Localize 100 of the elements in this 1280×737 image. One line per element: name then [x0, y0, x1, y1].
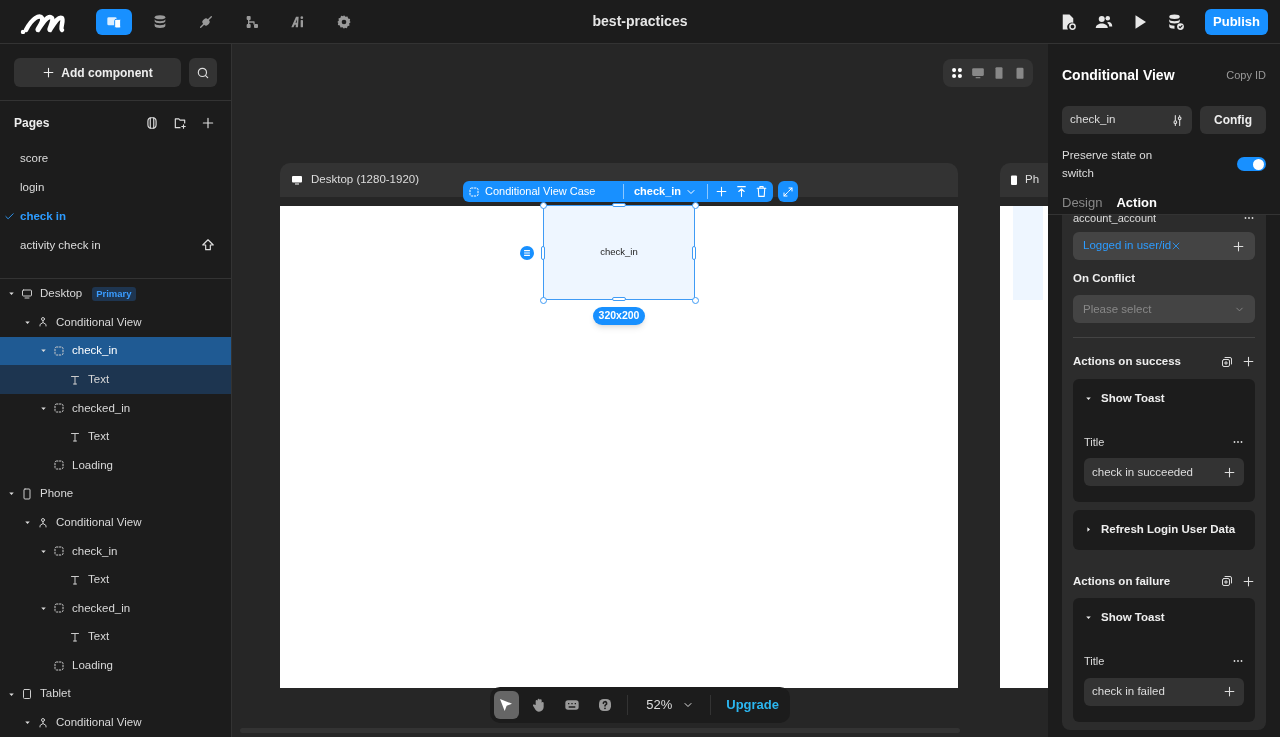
layer-item[interactable]: Text	[0, 565, 231, 595]
layer-item[interactable]: Loading	[0, 451, 231, 480]
hierarchy-icon	[37, 316, 49, 329]
dashed-box-icon	[53, 659, 65, 672]
tool-button[interactable]	[494, 691, 519, 719]
hierarchy-icon	[37, 716, 49, 729]
resize-handle[interactable]	[541, 246, 545, 260]
plus-icon	[42, 66, 56, 79]
dashed-box-icon	[53, 545, 65, 558]
zoom-dropdown[interactable]: 52%	[638, 695, 703, 715]
resize-handle[interactable]	[540, 297, 547, 304]
dashed-box-icon	[53, 402, 65, 415]
add-component-button[interactable]: Add component	[14, 58, 181, 87]
field-label: On Conflict	[1073, 271, 1136, 286]
database-icon	[152, 13, 168, 30]
close-icon[interactable]	[1171, 241, 1182, 251]
layer-item[interactable]: Loading	[0, 651, 231, 680]
resize-handle[interactable]	[692, 297, 699, 304]
layer-item[interactable]: Tablet	[0, 679, 231, 709]
plus-icon[interactable]	[201, 115, 215, 130]
parameter-label: account_account	[1073, 215, 1157, 224]
field-label: Title	[1084, 434, 1105, 450]
inspector-tab[interactable]: Design	[1062, 192, 1103, 214]
text-icon	[69, 630, 81, 643]
plus-icon[interactable]	[1223, 465, 1236, 479]
phone-icon	[21, 487, 33, 500]
phone-icon	[1008, 174, 1020, 186]
page-item[interactable]: login	[0, 173, 231, 203]
value-tag: Logged in user/id	[1083, 237, 1182, 255]
layer-item[interactable]: Phone	[0, 479, 231, 509]
action-header[interactable]: Show Toast	[1084, 389, 1165, 407]
layer-item[interactable]: checked_in	[0, 393, 231, 423]
frame-icon[interactable]	[145, 115, 159, 130]
mode-tab[interactable]	[96, 8, 132, 35]
resize-handle[interactable]	[692, 246, 696, 260]
case-type-label: Conditional View Case	[485, 184, 596, 200]
trash-icon[interactable]	[755, 185, 769, 198]
drag-handle-icon[interactable]	[520, 246, 534, 260]
keyboard-icon	[564, 697, 581, 713]
config-button[interactable]: Config	[1200, 106, 1266, 134]
copy-id-link[interactable]: Copy ID	[1226, 67, 1266, 84]
element-text: check_in	[600, 245, 638, 260]
layer-item[interactable]: Text	[0, 622, 231, 652]
caret-icon	[1084, 525, 1093, 535]
search-button[interactable]	[189, 58, 217, 87]
page-item[interactable]: check in	[0, 202, 231, 231]
ai-icon	[290, 13, 306, 30]
monitor-icon[interactable]	[970, 66, 985, 80]
action-header[interactable]: Refresh Login User Data	[1084, 521, 1236, 539]
title-field[interactable]: check in succeeded	[1084, 458, 1244, 487]
title-field[interactable]: check in failed	[1084, 677, 1244, 706]
layer-item[interactable]: Text	[0, 365, 231, 394]
layer-item[interactable]: Text	[0, 422, 231, 452]
cursor-icon	[498, 697, 515, 713]
layer-item[interactable]: Conditional View	[0, 708, 231, 737]
inspector-tab[interactable]: Action	[1116, 192, 1157, 214]
primary-badge: Primary	[92, 286, 136, 301]
plus-icon[interactable]	[1223, 685, 1236, 698]
layer-item[interactable]: Conditional View	[0, 508, 231, 537]
layer-item[interactable]: checked_in	[0, 594, 231, 623]
project-title: best-practices	[592, 12, 688, 31]
dashed-box-icon	[468, 185, 480, 198]
plus-icon[interactable]	[1242, 355, 1255, 369]
text-icon	[69, 573, 81, 586]
text-icon	[69, 373, 81, 386]
move-to-top-icon[interactable]	[735, 185, 749, 198]
case-select-field[interactable]: check_in	[1062, 106, 1192, 134]
check-icon	[4, 210, 15, 222]
layer-item[interactable]: Conditional View	[0, 308, 231, 337]
expand-icon	[782, 185, 794, 198]
copy-plus-icon[interactable]	[1221, 355, 1233, 368]
search-icon	[196, 65, 210, 80]
resize-handle[interactable]	[612, 203, 626, 207]
database-check-icon[interactable]	[1167, 12, 1186, 31]
flow-icon	[244, 13, 260, 30]
preserve-state-label: Preserve state on switch	[1062, 148, 1154, 181]
copy-plus-icon[interactable]	[1221, 575, 1233, 588]
layer-item[interactable]: Desktop Primary	[0, 279, 231, 309]
layer-item[interactable]: check_in	[0, 536, 231, 566]
dashed-box-icon	[53, 602, 65, 615]
size-label: 320x200	[593, 307, 645, 325]
preserve-state-toggle[interactable]	[1237, 157, 1266, 171]
upgrade-link[interactable]: Upgrade	[719, 695, 786, 715]
action-header[interactable]: Show Toast	[1084, 608, 1165, 626]
settings-icon	[336, 13, 352, 30]
page-item[interactable]: score	[0, 144, 231, 174]
plus-icon[interactable]	[1242, 574, 1255, 588]
add-folder-icon[interactable]	[173, 115, 187, 130]
section-title: Actions on failure	[1073, 573, 1171, 589]
layer-item[interactable]: check_in	[0, 336, 231, 366]
expand-button[interactable]	[778, 181, 798, 202]
page-item[interactable]: activity check in	[0, 230, 231, 260]
dashed-box-icon	[53, 459, 65, 472]
home-icon	[201, 238, 215, 253]
plus-icon[interactable]	[1232, 239, 1245, 253]
tablet-icon	[21, 688, 33, 701]
resize-handle[interactable]	[612, 297, 626, 301]
grid-icon[interactable]	[949, 66, 964, 80]
pages-heading: Pages	[14, 114, 50, 132]
monitor-icon	[21, 287, 33, 300]
